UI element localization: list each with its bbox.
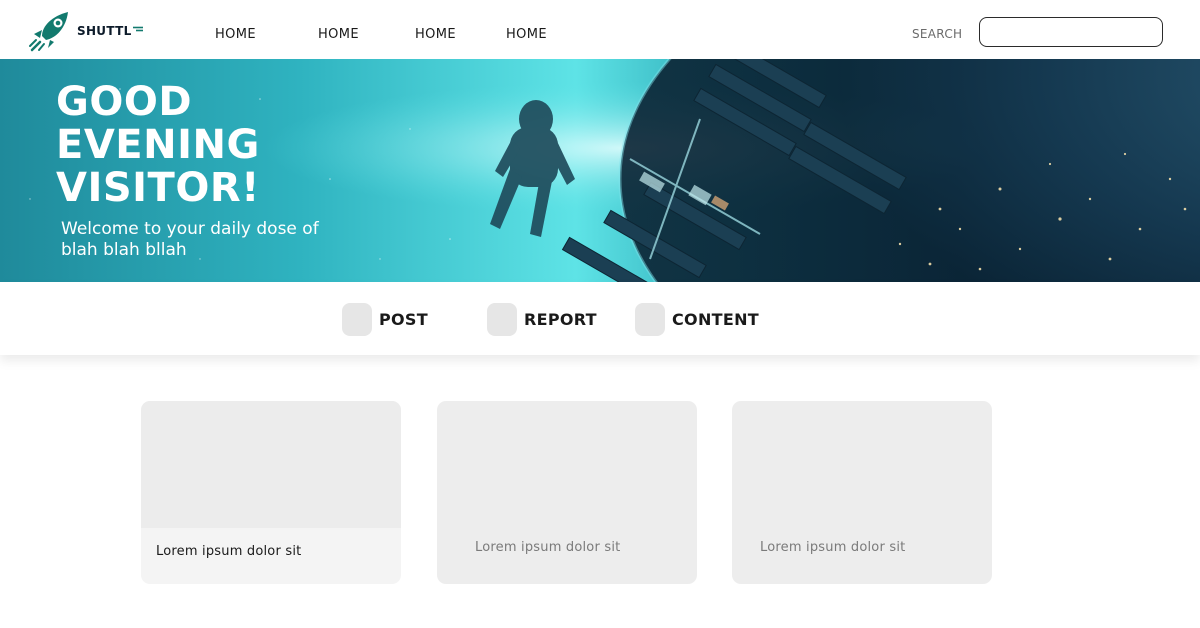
search-input[interactable] (979, 17, 1163, 47)
search-label: SEARCH (912, 27, 963, 41)
tab-label-content: CONTENT (672, 310, 759, 329)
content-icon (635, 303, 665, 336)
brand-name: SHUTTL (77, 24, 132, 38)
speed-lines-icon (132, 26, 143, 32)
card-caption: Lorem ipsum dolor sit (156, 544, 302, 559)
post-icon (342, 303, 372, 336)
content-card-3[interactable]: Lorem ipsum dolor sit (732, 401, 992, 584)
nav-item-home-4[interactable]: HOME (506, 27, 547, 42)
hero-title: GOOD EVENING VISITOR! (56, 79, 260, 211)
content-card-1[interactable]: Lorem ipsum dolor sit (141, 401, 401, 584)
nav-item-home-1[interactable]: HOME (215, 27, 256, 42)
top-header: SHUTTL HOME HOME HOME HOME SEARCH (0, 0, 1200, 59)
tab-content[interactable]: CONTENT (635, 303, 759, 336)
nav-item-home-3[interactable]: HOME (415, 27, 456, 42)
tab-label-report: REPORT (524, 310, 597, 329)
category-tabbar: POST REPORT CONTENT (0, 282, 1200, 355)
hero-subtitle: Welcome to your daily dose of blah blah … (61, 219, 319, 260)
card-thumbnail (141, 401, 401, 528)
rocket-icon (29, 12, 68, 52)
hero-banner: GOOD EVENING VISITOR! Welcome to your da… (0, 59, 1200, 282)
card-caption: Lorem ipsum dolor sit (760, 540, 906, 555)
tab-post[interactable]: POST (342, 303, 428, 336)
card-caption: Lorem ipsum dolor sit (475, 540, 621, 555)
brand-logo[interactable]: SHUTTL (28, 8, 143, 52)
nav-item-home-2[interactable]: HOME (318, 27, 359, 42)
report-icon (487, 303, 517, 336)
tab-report[interactable]: REPORT (487, 303, 597, 336)
content-card-2[interactable]: Lorem ipsum dolor sit (437, 401, 697, 584)
tab-label-post: POST (379, 310, 428, 329)
